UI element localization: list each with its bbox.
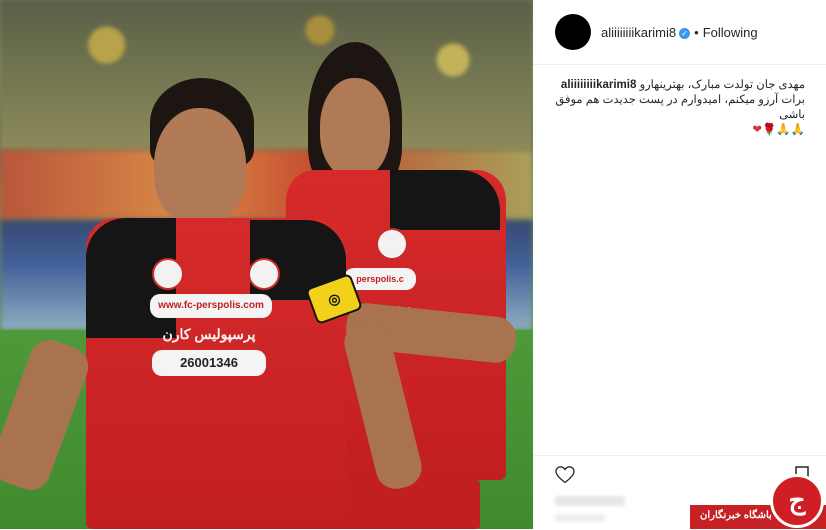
caption-line-2: برات آرزو میکنم، امیدوارم در پست جدیدت ه… — [555, 94, 805, 121]
post-photo: perspolis.c پرسپو www.fc-perspolis.com پ… — [0, 0, 533, 529]
player-left-left-arm — [0, 334, 94, 496]
caption-username[interactable]: aliiiiiiiikarimi8 — [561, 79, 636, 91]
caption-line-1: مهدی جان تولدت مبارک، بهترینهارو — [639, 79, 805, 91]
post-caption: مهدی جان تولدت مبارک، بهترینهارو aliiiii… — [553, 78, 805, 138]
heart-icon[interactable] — [555, 466, 575, 484]
caption-emojis: 🙏🙏🌹❤ — [752, 124, 805, 136]
separator-dot: • — [694, 25, 699, 40]
avatar[interactable] — [555, 14, 591, 50]
verified-badge-icon: ✓ — [679, 28, 691, 40]
player-left-phone: 26001346 — [152, 350, 266, 376]
player-right-badge — [376, 228, 408, 260]
post-header: aliiiiiiiikarimi8 ✓ • Following — [533, 0, 826, 65]
post-date-blurred — [555, 514, 605, 522]
player-left: www.fc-perspolis.com پرسپولیس کارن 26001… — [0, 70, 426, 529]
post-side-panel: aliiiiiiiikarimi8 ✓ • Following مهدی جان تو… — [533, 0, 826, 529]
player-left-sponsor-url: www.fc-perspolis.com — [150, 294, 272, 318]
watermark-logo: ج — [770, 474, 824, 528]
player-left-sponsor-fa: پرسپولیس کارن — [162, 326, 256, 342]
watermark-text: باشگاه خبرنگاران — [700, 510, 772, 521]
following-button[interactable]: Following — [703, 25, 758, 40]
player-left-club-badge — [248, 258, 280, 290]
username-row: aliiiiiiiikarimi8 ✓ • Following — [601, 25, 758, 40]
username-link[interactable]: aliiiiiiiikarimi8 — [601, 25, 676, 40]
player-left-flag-badge — [152, 258, 184, 290]
likes-count-blurred — [555, 496, 625, 506]
player-left-head — [154, 108, 246, 226]
